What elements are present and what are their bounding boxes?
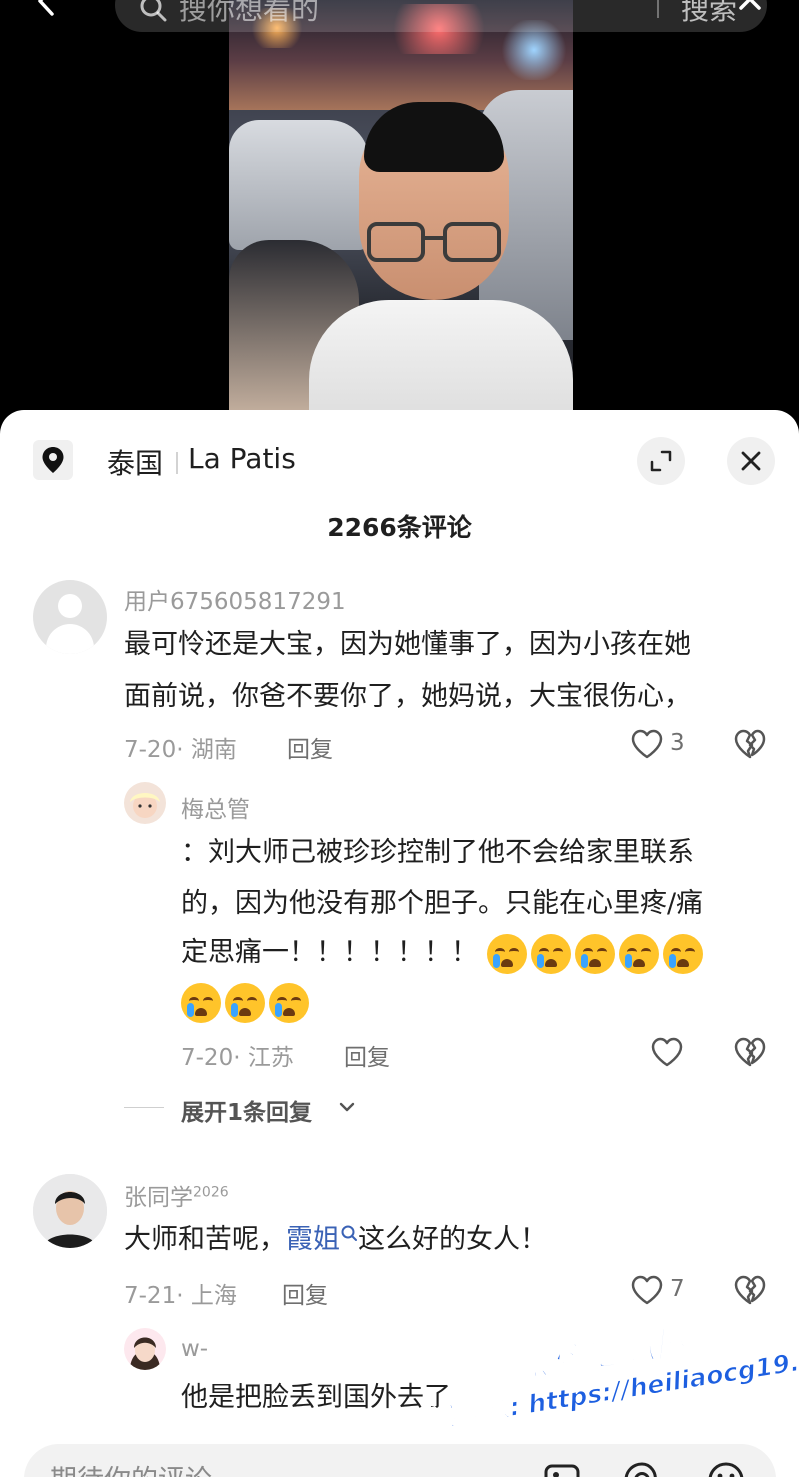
comment-meta: 7-20· 湖南 [124, 737, 237, 763]
comment-input-placeholder[interactable]: 期待你的评论 [50, 1458, 212, 1477]
heart-icon[interactable] [630, 728, 664, 760]
video-player[interactable] [229, 0, 573, 420]
location-country[interactable]: 泰国 [107, 442, 163, 482]
clear-icon[interactable] [735, 0, 765, 14]
comment-text-line: 大师和苦呢，霞姐 这么好的女人！ [124, 1224, 547, 1255]
search-button[interactable]: 搜索 [681, 0, 737, 28]
crying-emoji-icon [574, 933, 615, 974]
location-separator [176, 452, 178, 474]
location-place[interactable]: La Patis [188, 442, 296, 475]
crying-emoji-icon [662, 933, 703, 974]
crying-emoji-icon [618, 933, 659, 974]
mention-link[interactable]: 霞姐 [286, 1224, 340, 1255]
comment-input[interactable]: 期待你的评论 [24, 1444, 776, 1477]
comment-username[interactable]: 张同学2026 [124, 1178, 229, 1212]
search-divider [657, 0, 659, 18]
expand-divider [124, 1107, 164, 1108]
back-arrow-icon[interactable] [32, 0, 62, 16]
heart-icon[interactable] [630, 1274, 664, 1306]
comment-text-line: 定思痛一！！！！！！！ [181, 927, 707, 979]
comment-username[interactable]: w- [181, 1336, 208, 1362]
comment-username[interactable]: 用户675605817291 [124, 582, 346, 616]
emoji-icon[interactable] [706, 1460, 746, 1477]
search-input[interactable]: 搜你想看的 [179, 0, 319, 28]
heart-icon[interactable] [650, 1036, 684, 1068]
search-bar[interactable]: 搜你想看的 搜索 [115, 0, 767, 32]
comment-emoji-line [181, 976, 313, 1028]
comment-meta: 7-21· 上海 [124, 1283, 237, 1309]
location-badge[interactable] [33, 440, 73, 480]
reply-button[interactable]: 回复 [287, 730, 333, 764]
expand-replies-button[interactable]: 展开1条回复 [181, 1093, 312, 1127]
comment-text-line: 最可怜还是大宝，因为她懂事了，因为小孩在她 [124, 629, 691, 660]
close-button[interactable] [727, 437, 775, 485]
comment-count: 2266条评论 [327, 513, 472, 542]
location-pin-icon [42, 447, 64, 473]
crying-emoji-icon [181, 982, 221, 1023]
crying-emoji-icon [269, 982, 309, 1023]
close-icon [741, 451, 761, 471]
like-count: 3 [670, 730, 685, 756]
comment-text-line: 的，因为他没有那个胆子。只能在心里疼/痛 [181, 888, 704, 919]
crying-emoji-icon [225, 982, 265, 1023]
comment-username[interactable]: 梅总管 [181, 790, 250, 824]
search-icon [140, 0, 167, 22]
search-icon[interactable] [340, 1224, 358, 1244]
broken-heart-icon[interactable] [733, 1036, 767, 1068]
at-icon[interactable] [622, 1460, 662, 1477]
username-badge: 2026 [193, 1184, 229, 1201]
expand-icon [650, 450, 672, 472]
crying-emoji-icon [530, 933, 571, 974]
broken-heart-icon[interactable] [733, 728, 767, 760]
avatar[interactable] [124, 782, 166, 824]
avatar[interactable] [33, 1174, 107, 1248]
broken-heart-icon[interactable] [733, 1274, 767, 1306]
expand-button[interactable] [637, 437, 685, 485]
reply-button[interactable]: 回复 [344, 1038, 390, 1072]
image-icon[interactable] [542, 1460, 582, 1477]
avatar[interactable] [33, 580, 107, 654]
video-area: 搜你想看的 搜索 [0, 0, 799, 440]
reply-button[interactable]: 回复 [282, 1276, 328, 1310]
comment-input-bar: 期待你的评论 [0, 1422, 799, 1477]
like-count: 7 [670, 1276, 685, 1302]
comment-meta: 7-20· 江苏 [181, 1045, 294, 1071]
comment-text-line: ：刘大师己被珍珍控制了他不会给家里联系 [181, 837, 694, 868]
chevron-down-icon[interactable] [338, 1100, 356, 1114]
avatar[interactable] [124, 1328, 166, 1370]
comment-text-line: 面前说，你爸不要你了，她妈说，大宝很伤心， [124, 681, 691, 712]
crying-emoji-icon [486, 933, 527, 974]
